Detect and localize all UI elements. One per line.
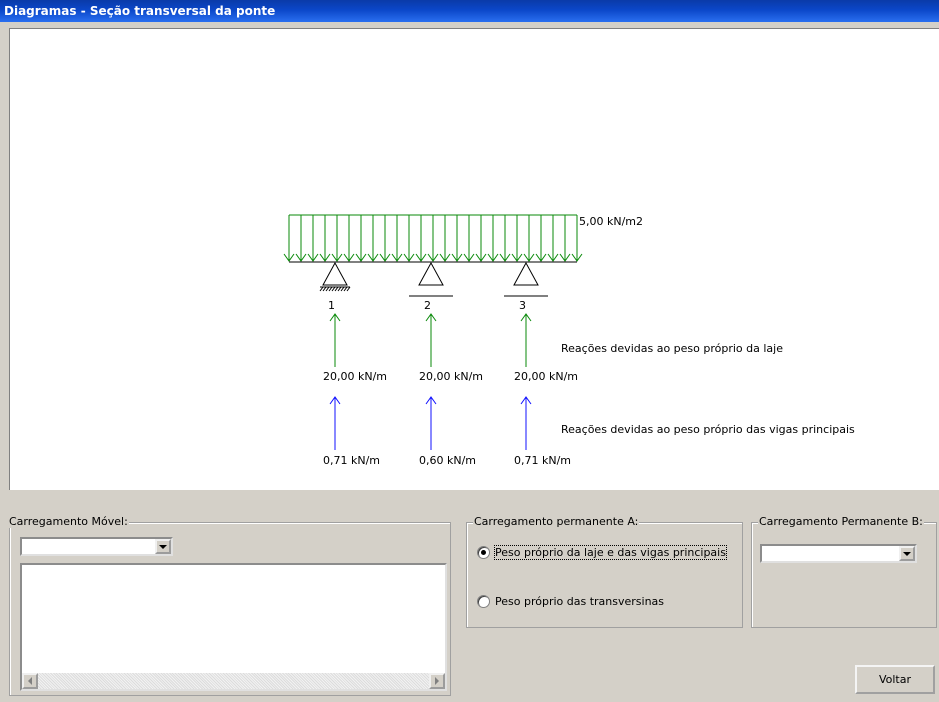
support-hatch: [328, 286, 333, 292]
scroll-right-button[interactable]: [429, 673, 445, 689]
slab-reaction-2: 20,00 kN/m: [419, 370, 484, 383]
scroll-left-button[interactable]: [22, 673, 38, 689]
permA-group-label: Carregamento permanente A:: [473, 515, 640, 528]
permA-option-2-label: Peso próprio das transversinas: [495, 595, 665, 608]
movel-combobox-dropdown-button[interactable]: [155, 539, 171, 554]
support-hatch: [346, 286, 351, 292]
bridge-cross-section-diagram: [283, 214, 583, 450]
support-triangle-icon: [513, 261, 539, 286]
permA-group: Carregamento permanente A: Peso próprio …: [466, 515, 743, 628]
radio-checked-icon[interactable]: [477, 546, 490, 559]
support-triangle-icon: [322, 261, 348, 286]
permA-option-1-label: Peso próprio da laje e das vigas princip…: [494, 545, 727, 560]
chevron-down-icon: [159, 544, 167, 549]
movel-combobox[interactable]: [20, 537, 173, 556]
permB-combobox-dropdown-button[interactable]: [899, 546, 915, 561]
slab-reaction-1: 20,00 kN/m: [323, 370, 388, 383]
support-hatch: [340, 286, 345, 292]
distributed-load: [283, 214, 583, 263]
beam-reactions-caption: Reações devidas ao peso próprio das viga…: [561, 423, 855, 436]
support-number-2: 2: [424, 299, 431, 312]
arrow-left-icon: [28, 677, 32, 685]
movel-listbox[interactable]: [20, 563, 447, 691]
slab-reaction-3: 20,00 kN/m: [514, 370, 579, 383]
chevron-down-icon: [903, 551, 911, 556]
load-value-label: 5,00 kN/m2: [579, 215, 644, 228]
radio-unchecked-icon[interactable]: [477, 595, 490, 608]
support-number-1: 1: [328, 299, 335, 312]
permA-option-transversinas[interactable]: Peso próprio das transversinas: [477, 595, 664, 608]
movel-horizontal-scrollbar[interactable]: [22, 673, 445, 689]
supports: [319, 261, 548, 297]
support-number-3: 3: [519, 299, 526, 312]
arrow-right-icon: [435, 677, 439, 685]
permA-option-slab-beams[interactable]: Peso próprio da laje e das vigas princip…: [477, 545, 727, 560]
support-hatch: [343, 286, 348, 292]
movel-group-label: Carregamento Móvel:: [8, 515, 129, 528]
support-hatch: [319, 286, 324, 292]
support-hatch: [331, 286, 336, 292]
support-hatch: [334, 286, 339, 292]
support-hatch: [325, 286, 330, 292]
beam-reaction-3: 0,71 kN/m: [514, 454, 572, 467]
back-button[interactable]: Voltar: [855, 665, 935, 694]
beam-reaction-1: 0,71 kN/m: [323, 454, 381, 467]
beam-reaction-2: 0,60 kN/m: [419, 454, 477, 467]
window-title: Diagramas - Seção transversal da ponte: [0, 0, 939, 22]
support-hatch: [337, 286, 342, 292]
slab-reactions-caption: Reações devidas ao peso próprio da laje: [561, 342, 783, 355]
movel-group: Carregamento Móvel:: [8, 515, 451, 696]
support-hatch: [322, 286, 327, 292]
permB-group-label: Carregamento Permanente B:: [758, 515, 924, 528]
permB-combobox[interactable]: [760, 544, 917, 563]
support-triangle-icon: [418, 261, 444, 286]
diagram-canvas: 5,00 kN/m2 1 2 3 Reações devidas ao peso…: [9, 28, 939, 490]
permB-group: Carregamento Permanente B:: [751, 515, 937, 628]
